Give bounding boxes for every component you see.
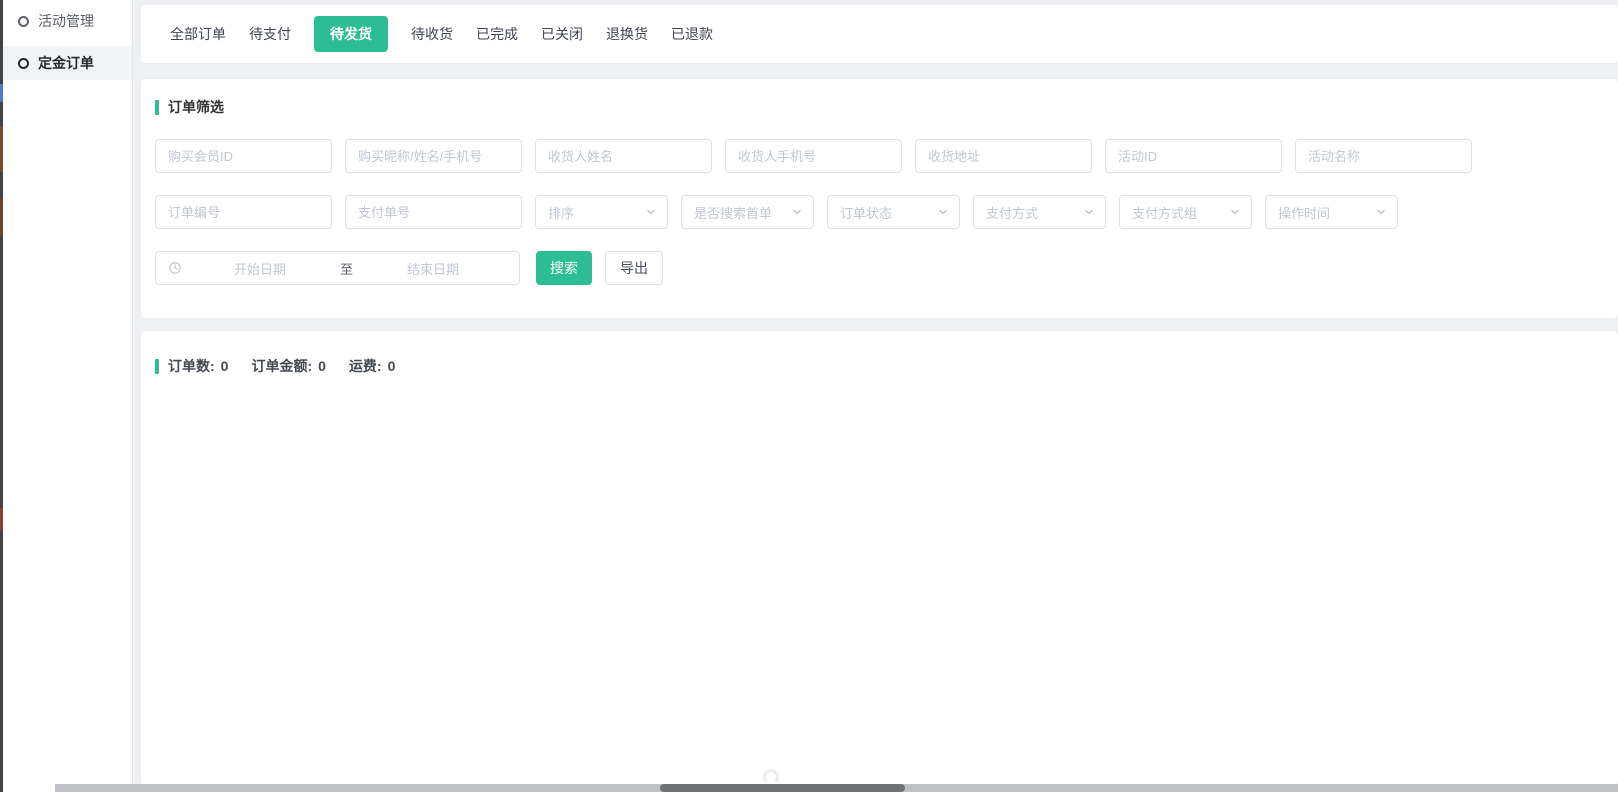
stat-label: 订单金额:	[251, 356, 312, 376]
section-accent-bar	[155, 359, 159, 374]
main-content: 全部订单 待支付 待发货 待收货 已完成 已关闭 退换货 已退款 订单筛选 排序	[141, 0, 1618, 792]
date-range-picker[interactable]: 开始日期 至 结束日期	[155, 251, 520, 285]
stat-value: 0	[221, 358, 229, 374]
stat-label: 订单数:	[168, 356, 215, 376]
sidebar-item-label: 定金订单	[38, 53, 94, 73]
tab-return-exchange[interactable]: 退换货	[606, 16, 648, 52]
filter-row-1	[155, 139, 1618, 173]
tab-pending-payment[interactable]: 待支付	[249, 16, 291, 52]
stat-shipping-fee: 运费: 0	[349, 356, 395, 376]
payment-number-input[interactable]	[345, 195, 522, 229]
sidebar-item-deposit-orders[interactable]: 定金订单	[3, 46, 132, 80]
chevron-down-icon	[645, 206, 657, 218]
stat-label: 运费:	[349, 356, 382, 376]
background-window-sliver	[0, 0, 3, 792]
select-placeholder: 排序	[548, 203, 574, 222]
chevron-down-icon	[1375, 206, 1387, 218]
stat-order-amount: 订单金额: 0	[251, 356, 325, 376]
date-range-separator: 至	[334, 259, 359, 278]
background-window-fragment	[0, 508, 3, 530]
tab-pending-receipt[interactable]: 待收货	[411, 16, 453, 52]
stat-value: 0	[388, 358, 396, 374]
background-window-fragment	[0, 198, 3, 236]
horizontal-scrollbar[interactable]	[55, 784, 1618, 792]
stat-order-count: 订单数: 0	[168, 356, 228, 376]
order-status-tabs: 全部订单 待支付 待发货 待收货 已完成 已关闭 退换货 已退款	[141, 5, 1618, 63]
search-first-order-select[interactable]: 是否搜索首单	[681, 195, 814, 229]
sidebar-item-label: 活动管理	[38, 11, 94, 31]
order-filter-card: 订单筛选 排序 是否搜索首单	[141, 79, 1618, 318]
select-placeholder: 订单状态	[840, 203, 892, 222]
select-placeholder: 操作时间	[1278, 203, 1330, 222]
start-date-placeholder[interactable]: 开始日期	[186, 259, 334, 278]
tab-pending-shipment[interactable]: 待发货	[314, 16, 388, 52]
loading-icon	[763, 769, 779, 785]
chevron-down-icon	[1083, 206, 1095, 218]
background-window-fragment	[0, 84, 3, 102]
search-button[interactable]: 搜索	[536, 251, 592, 285]
activity-name-input[interactable]	[1295, 139, 1472, 173]
clock-icon	[168, 261, 182, 275]
export-button[interactable]: 导出	[605, 251, 663, 285]
sidebar-item-activity-management[interactable]: 活动管理	[3, 4, 132, 38]
filter-row-3: 开始日期 至 结束日期 搜索 导出	[155, 251, 1618, 285]
tab-completed[interactable]: 已完成	[476, 16, 518, 52]
filter-row-2: 排序 是否搜索首单 订单状态 支付方式	[155, 195, 1618, 229]
activity-id-input[interactable]	[1105, 139, 1282, 173]
select-placeholder: 支付方式组	[1132, 203, 1197, 222]
payment-method-group-select[interactable]: 支付方式组	[1119, 195, 1252, 229]
filter-title-text: 订单筛选	[168, 97, 224, 117]
chevron-down-icon	[791, 206, 803, 218]
horizontal-scrollbar-thumb[interactable]	[660, 784, 905, 792]
select-placeholder: 支付方式	[986, 203, 1038, 222]
order-status-select[interactable]: 订单状态	[827, 195, 960, 229]
section-accent-bar	[155, 100, 159, 115]
order-number-input[interactable]	[155, 195, 332, 229]
circle-icon	[18, 58, 29, 69]
select-placeholder: 是否搜索首单	[694, 203, 772, 222]
background-window-fragment	[0, 126, 3, 172]
operation-time-select[interactable]: 操作时间	[1265, 195, 1398, 229]
chevron-down-icon	[1229, 206, 1241, 218]
sort-select[interactable]: 排序	[535, 195, 668, 229]
order-summary-stats: 订单数: 0 订单金额: 0 运费: 0	[155, 356, 1618, 376]
buyer-nickname-input[interactable]	[345, 139, 522, 173]
tab-all-orders[interactable]: 全部订单	[170, 16, 226, 52]
receiver-phone-input[interactable]	[725, 139, 902, 173]
stat-value: 0	[318, 358, 326, 374]
receiver-address-input[interactable]	[915, 139, 1092, 173]
order-results-card: 订单数: 0 订单金额: 0 运费: 0	[141, 331, 1618, 785]
end-date-placeholder[interactable]: 结束日期	[359, 259, 507, 278]
tab-closed[interactable]: 已关闭	[541, 16, 583, 52]
chevron-down-icon	[937, 206, 949, 218]
receiver-name-input[interactable]	[535, 139, 712, 173]
sidebar: 活动管理 定金订单	[3, 0, 133, 792]
tab-refunded[interactable]: 已退款	[671, 16, 713, 52]
filter-section-title: 订单筛选	[155, 97, 1618, 117]
circle-icon	[18, 16, 29, 27]
buyer-member-id-input[interactable]	[155, 139, 332, 173]
payment-method-select[interactable]: 支付方式	[973, 195, 1106, 229]
